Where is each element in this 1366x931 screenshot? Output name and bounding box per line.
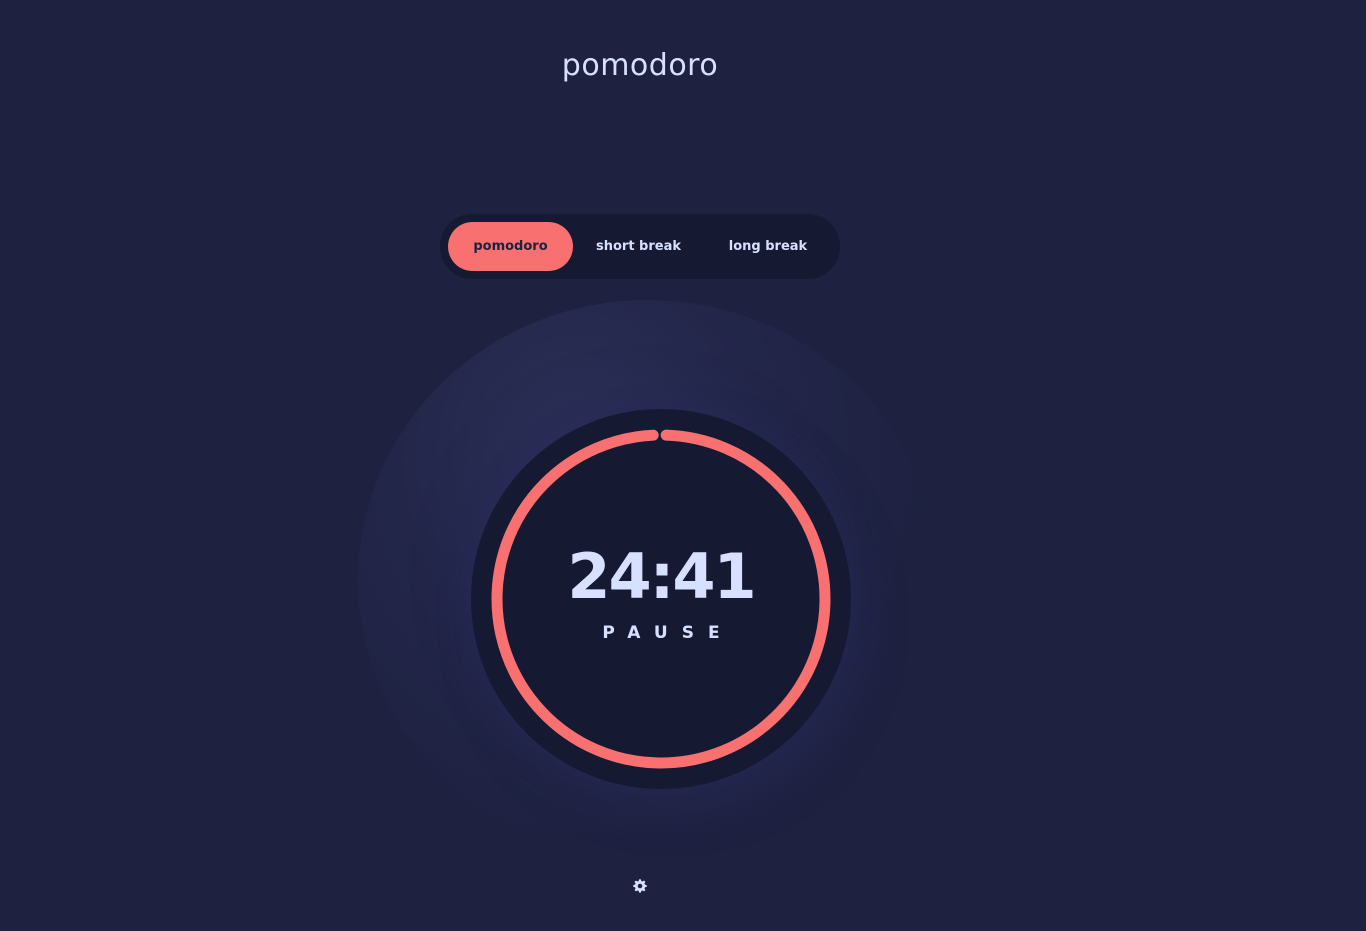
- app-title: pomodoro: [561, 48, 719, 83]
- mode-tab-pomodoro[interactable]: pomodoro: [448, 222, 573, 271]
- timer-display[interactable]: 24:41 PAUSE: [471, 409, 851, 789]
- pomodoro-app: pomodoro pomodoro short break long break…: [0, 0, 1366, 931]
- pause-button[interactable]: PAUSE: [588, 623, 733, 643]
- settings-button[interactable]: [631, 877, 649, 895]
- gear-icon: [633, 879, 647, 893]
- timer-time: 24:41: [567, 539, 756, 613]
- mode-switch: pomodoro short break long break: [440, 214, 840, 279]
- mode-tab-short-break[interactable]: short break: [573, 222, 704, 271]
- mode-tab-long-break[interactable]: long break: [704, 222, 832, 271]
